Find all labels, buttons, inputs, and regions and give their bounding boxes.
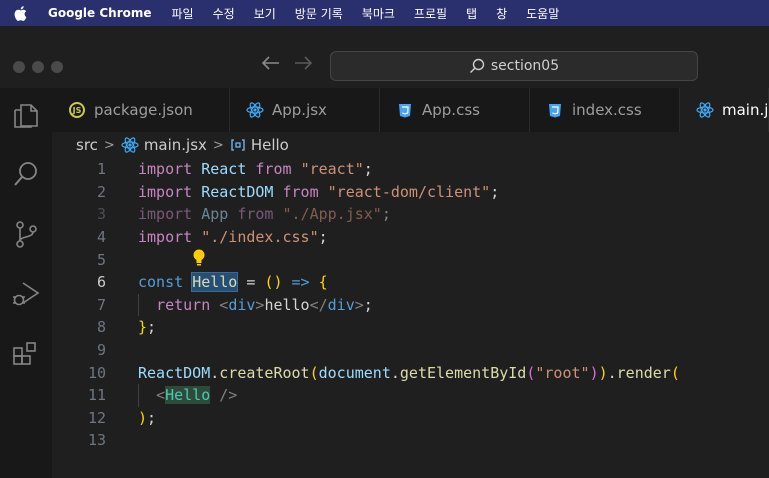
tab-label: package.json <box>94 101 193 119</box>
extensions-icon[interactable] <box>10 338 42 370</box>
line-number: 10 <box>87 363 106 382</box>
menu-profiles[interactable]: 프로필 <box>414 5 447 22</box>
code-line: 13 <box>52 429 769 452</box>
explorer-icon[interactable] <box>10 100 42 132</box>
line-number: 9 <box>96 341 106 360</box>
js-brace-icon: JS <box>68 101 86 119</box>
tab-label: index.css <box>572 101 642 119</box>
tab-main-jsx[interactable]: main.jsx <box>680 88 769 132</box>
line-number: 11 <box>87 386 106 405</box>
code-line: 12 ); <box>87 408 157 427</box>
zoom-window-button[interactable] <box>51 61 63 73</box>
menu-tab[interactable]: 탭 <box>466 5 477 22</box>
code-line: 2 import ReactDOM from "react-dom/client… <box>96 182 500 201</box>
search-sidebar-icon[interactable] <box>10 158 42 190</box>
editor-tabs: JS package.json App.jsx App.css index.cs… <box>52 88 769 132</box>
menu-help[interactable]: 도움말 <box>526 5 559 22</box>
tab-label: App.jsx <box>272 101 327 119</box>
line-number: 2 <box>96 182 106 201</box>
css-icon <box>546 101 564 119</box>
line-number: 8 <box>96 318 106 337</box>
line-number: 3 <box>96 205 106 224</box>
css-icon <box>396 101 414 119</box>
chevron-right-icon: > <box>103 137 115 153</box>
tab-index-css[interactable]: index.css <box>530 88 680 132</box>
close-window-button[interactable] <box>13 61 25 73</box>
code-line: 11 <Hello /> <box>87 386 238 405</box>
symbol-variable-icon <box>230 138 246 152</box>
search-text: section05 <box>490 58 560 74</box>
menu-history[interactable]: 방문 기록 <box>295 5 343 22</box>
react-icon <box>121 136 139 154</box>
line-number: 4 <box>96 228 106 247</box>
menubar-app-name[interactable]: Google Chrome <box>48 6 152 20</box>
code-line: 7 return <div>hello</div>; <box>96 295 373 314</box>
menu-edit[interactable]: 수정 <box>213 5 235 22</box>
code-line: 9 <box>52 339 769 362</box>
command-center-search[interactable]: section05 <box>330 51 698 81</box>
code-line: 8 }; <box>96 318 157 337</box>
code-line: 10 ReactDOM.createRoot(document.getEleme… <box>87 363 680 382</box>
run-debug-icon[interactable] <box>10 278 42 310</box>
search-icon <box>469 58 485 73</box>
menu-file[interactable]: 파일 <box>172 5 194 22</box>
line-number: 13 <box>87 431 106 450</box>
line-number: 1 <box>96 160 106 179</box>
breadcrumb-folder[interactable]: src <box>76 136 98 154</box>
forward-arrow-icon[interactable] <box>294 54 313 75</box>
breadcrumb-symbol[interactable]: Hello <box>251 136 289 154</box>
tab-label: main.jsx <box>722 101 769 119</box>
code-line: 5 <box>52 248 769 271</box>
back-arrow-icon[interactable] <box>261 54 280 75</box>
tab-app-jsx[interactable]: App.jsx <box>230 88 380 132</box>
code-line: 3 import App from "./App.jsx"; <box>96 205 391 224</box>
minimize-window-button[interactable] <box>32 61 44 73</box>
line-number: 6 <box>96 273 106 292</box>
code-line: 1 import React from "react"; <box>96 160 373 179</box>
chevron-right-icon: > <box>212 137 224 153</box>
react-icon <box>696 101 714 119</box>
tab-label: App.css <box>422 101 480 119</box>
line-number: 5 <box>96 250 106 269</box>
tab-app-css[interactable]: App.css <box>380 88 530 132</box>
code-line-current: 6 const Hello = () => { <box>96 272 328 293</box>
menu-window[interactable]: 창 <box>496 5 507 22</box>
breadcrumb: src > main.jsx > Hello <box>52 132 769 158</box>
tab-package-json[interactable]: JS package.json <box>52 88 230 132</box>
code-editor[interactable]: 1 import React from "react"; 2 import Re… <box>52 158 769 478</box>
activity-bar <box>0 88 52 478</box>
apple-icon[interactable] <box>14 5 28 21</box>
macos-menubar: Google Chrome 파일 수정 보기 방문 기록 북마크 프로필 탭 창… <box>0 0 769 26</box>
react-icon <box>246 101 264 119</box>
menu-bookmarks[interactable]: 북마크 <box>362 5 395 22</box>
menu-view[interactable]: 보기 <box>254 5 276 22</box>
source-control-icon[interactable] <box>10 218 42 250</box>
line-number: 12 <box>87 408 106 427</box>
breadcrumb-file[interactable]: main.jsx <box>144 136 207 154</box>
line-number: 7 <box>96 295 106 314</box>
